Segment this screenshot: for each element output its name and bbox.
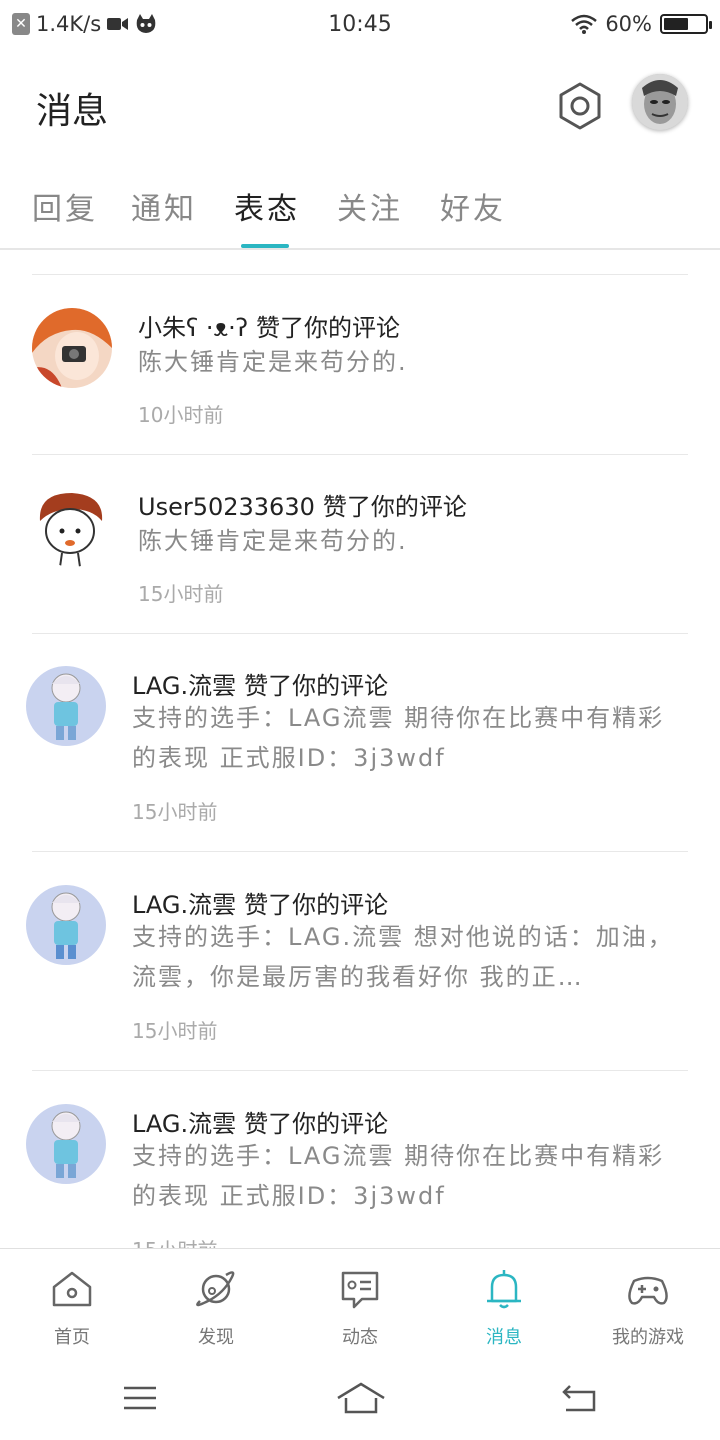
item-username[interactable]: 小朱ʕ ·ᴥ·ʔ — [138, 314, 248, 342]
nav-feed-label: 动态 — [342, 1327, 378, 1348]
message-list[interactable]: 小朱ʕ ·ᴥ·ʔ 赞了你的评论 陈大锤肯定是来苟分的. 10小时前 User502… — [0, 250, 720, 1248]
nav-discover[interactable]: 发现 — [144, 1267, 288, 1357]
battery-level — [664, 18, 688, 30]
item-time: 10小时前 — [138, 403, 224, 427]
video-icon — [107, 18, 129, 30]
user-avatar-image — [26, 1104, 106, 1184]
nav-discover-label: 发现 — [198, 1327, 234, 1348]
user-avatar[interactable] — [26, 1104, 106, 1184]
status-left: ✕ 1.4K/s — [12, 12, 272, 36]
gamepad-icon — [628, 1276, 668, 1305]
item-time: 15小时前 — [132, 1019, 218, 1043]
battery-icon — [660, 14, 712, 34]
nav-feed[interactable]: 动态 — [288, 1267, 432, 1357]
list-item[interactable]: LAG.流雲 赞了你的评论 支持的选手：LAG流雲 期待你在比赛中有精彩的表现 正… — [0, 1071, 720, 1248]
battery-percent: 60% — [605, 12, 652, 36]
status-bar: ✕ 1.4K/s 10:45 60% — [0, 0, 720, 48]
profile-avatar-image — [632, 74, 688, 130]
tab-reply[interactable]: 回复 — [32, 184, 98, 228]
bottom-nav: 首页 发现 动态 消息 我的游戏 — [0, 1248, 720, 1360]
cat-app-icon — [136, 14, 156, 33]
tab-reaction[interactable]: 表态 — [234, 184, 300, 228]
user-avatar-image — [32, 487, 112, 567]
nav-messages[interactable]: 消息 — [432, 1267, 576, 1357]
item-comment[interactable]: 支持的选手：LAG流雲 期待你在比赛中有精彩的表现 正式服ID：3j3wdf — [132, 698, 678, 778]
status-right: 60% — [448, 12, 712, 36]
tab-bar: 回复 通知 表态 关注 好友 — [0, 170, 720, 250]
item-action: 赞了你的评论 — [244, 1110, 389, 1138]
nav-messages-label: 消息 — [486, 1327, 522, 1348]
network-speed: 1.4K/s — [36, 12, 102, 36]
item-title: LAG.流雲 赞了你的评论 — [132, 666, 388, 701]
item-username[interactable]: User50233630 — [138, 493, 315, 521]
user-avatar-image — [32, 308, 112, 388]
planet-icon — [196, 1271, 235, 1307]
item-comment[interactable]: 陈大锤肯定是来苟分的. — [138, 521, 684, 561]
nav-my-games[interactable]: 我的游戏 — [576, 1267, 720, 1357]
item-title: 小朱ʕ ·ᴥ·ʔ 赞了你的评论 — [138, 308, 400, 343]
profile-avatar[interactable] — [632, 74, 688, 130]
clock: 10:45 — [328, 11, 392, 37]
wifi-icon — [571, 14, 598, 34]
user-avatar[interactable] — [32, 487, 112, 567]
settings-button[interactable] — [552, 78, 608, 134]
back-icon[interactable] — [558, 1380, 602, 1416]
header: 消息 — [0, 60, 720, 150]
user-avatar-image — [26, 885, 106, 965]
item-username[interactable]: LAG.流雲 — [132, 1110, 236, 1138]
item-comment[interactable]: 支持的选手：LAG.流雲 想对他说的话：加油，流雲，你是最厉害的我看好你 我的正… — [132, 917, 678, 997]
system-nav-bar — [0, 1360, 720, 1440]
tab-notification[interactable]: 通知 — [131, 184, 197, 228]
user-avatar-image — [26, 666, 106, 746]
page-title: 消息 — [36, 91, 109, 132]
list-item[interactable]: LAG.流雲 赞了你的评论 支持的选手：LAG.流雲 想对他说的话：加油，流雲，你… — [0, 852, 720, 1072]
item-action: 赞了你的评论 — [244, 891, 389, 919]
item-action: 赞了你的评论 — [244, 672, 389, 700]
list-item[interactable]: 小朱ʕ ·ᴥ·ʔ 赞了你的评论 陈大锤肯定是来苟分的. 10小时前 — [0, 275, 720, 455]
bell-icon — [487, 1270, 521, 1309]
item-username[interactable]: LAG.流雲 — [132, 891, 236, 919]
item-title: LAG.流雲 赞了你的评论 — [132, 1104, 388, 1139]
nav-home[interactable]: 首页 — [0, 1267, 144, 1357]
item-action: 赞了你的评论 — [255, 314, 400, 342]
item-comment[interactable]: 陈大锤肯定是来苟分的. — [138, 342, 684, 382]
item-action: 赞了你的评论 — [322, 493, 467, 521]
item-time: 15小时前 — [132, 1234, 217, 1248]
item-time: 15小时前 — [138, 582, 224, 606]
list-item[interactable]: LAG.流雲 赞了你的评论 支持的选手：LAG流雲 期待你在比赛中有精彩的表现 正… — [0, 633, 720, 853]
list-item[interactable]: User50233630 赞了你的评论 陈大锤肯定是来苟分的. 15小时前 — [0, 454, 720, 634]
menu-icon[interactable] — [118, 1380, 162, 1416]
home-system-icon[interactable] — [336, 1380, 386, 1416]
tab-follow[interactable]: 关注 — [337, 184, 403, 228]
home-icon — [52, 1271, 92, 1307]
nav-my-games-label: 我的游戏 — [612, 1327, 684, 1348]
user-avatar[interactable] — [32, 308, 112, 388]
feed-icon — [341, 1271, 379, 1309]
item-comment[interactable]: 支持的选手：LAG流雲 期待你在比赛中有精彩的表现 正式服ID：3j3wdf — [132, 1136, 678, 1216]
item-username[interactable]: LAG.流雲 — [132, 672, 236, 700]
settings-hexagon-icon — [559, 82, 601, 130]
user-avatar[interactable] — [26, 666, 106, 746]
item-title: LAG.流雲 赞了你的评论 — [132, 885, 388, 920]
item-title: User50233630 赞了你的评论 — [138, 487, 467, 522]
nav-home-label: 首页 — [54, 1327, 90, 1348]
close-notification-icon: ✕ — [12, 13, 30, 35]
item-time: 15小时前 — [132, 800, 218, 824]
user-avatar[interactable] — [26, 885, 106, 965]
active-tab-indicator — [241, 244, 289, 248]
tab-friends[interactable]: 好友 — [440, 184, 506, 228]
